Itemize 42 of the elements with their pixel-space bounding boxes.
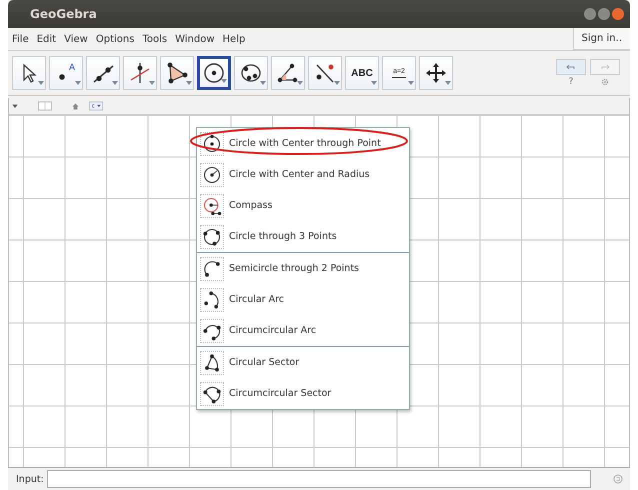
circle-icon: [202, 134, 222, 154]
menu-item[interactable]: Circle with Center and Radius: [229, 169, 370, 180]
menu-item[interactable]: Window: [171, 28, 219, 50]
window-title: GeoGebra: [30, 7, 98, 21]
menu-item[interactable]: Help: [218, 28, 250, 50]
minimize-button[interactable]: [584, 8, 596, 20]
tool-button[interactable]: [197, 56, 231, 90]
menu-item[interactable]: Compass: [229, 200, 272, 211]
circle-icon: [202, 61, 226, 85]
home-icon: [71, 102, 80, 110]
help-button[interactable]: ?: [556, 77, 586, 87]
maximize-button[interactable]: [598, 8, 610, 20]
circle-radius-icon: [202, 164, 222, 184]
menu-item[interactable]: Circumcircular Arc: [229, 325, 316, 336]
text-tool-button[interactable]: ABC: [345, 56, 379, 90]
menu-item[interactable]: File: [8, 28, 33, 50]
menu-item[interactable]: Circular Sector: [229, 357, 300, 368]
sign-in-button[interactable]: Sign in..: [572, 28, 630, 50]
menu-item[interactable]: Circular Arc: [229, 294, 284, 305]
sector-icon: [202, 352, 222, 372]
menu-item[interactable]: Edit: [32, 28, 60, 50]
close-button[interactable]: [612, 8, 624, 20]
perpendicular-lines-icon: [128, 61, 152, 85]
menu-item[interactable]: Circle through 3 Points: [229, 231, 337, 242]
menu-item[interactable]: View: [60, 28, 92, 50]
point-tool-button[interactable]: A: [49, 56, 83, 90]
input-label: Input:: [16, 474, 44, 484]
keyboard-toggle-icon[interactable]: [612, 473, 624, 485]
point-icon: [59, 74, 65, 80]
semicircle-icon: [202, 258, 222, 278]
dropdown-triangle-icon: [11, 102, 19, 110]
compass-icon: [202, 196, 222, 216]
move-arrows-icon: [424, 61, 448, 85]
menu-item[interactable]: Options: [92, 28, 138, 50]
menu-item[interactable]: Circumcircular Sector: [229, 388, 332, 399]
menu-item[interactable]: Tools: [138, 28, 172, 50]
menu-item[interactable]: Semicircle through 2 Points: [229, 263, 360, 274]
input-field[interactable]: [46, 470, 591, 488]
menu-item[interactable]: Circle with Center through Point: [229, 138, 381, 149]
angle-icon: [276, 61, 300, 85]
triangle-icon: [165, 61, 189, 85]
circle-three-points-icon: [202, 226, 222, 246]
